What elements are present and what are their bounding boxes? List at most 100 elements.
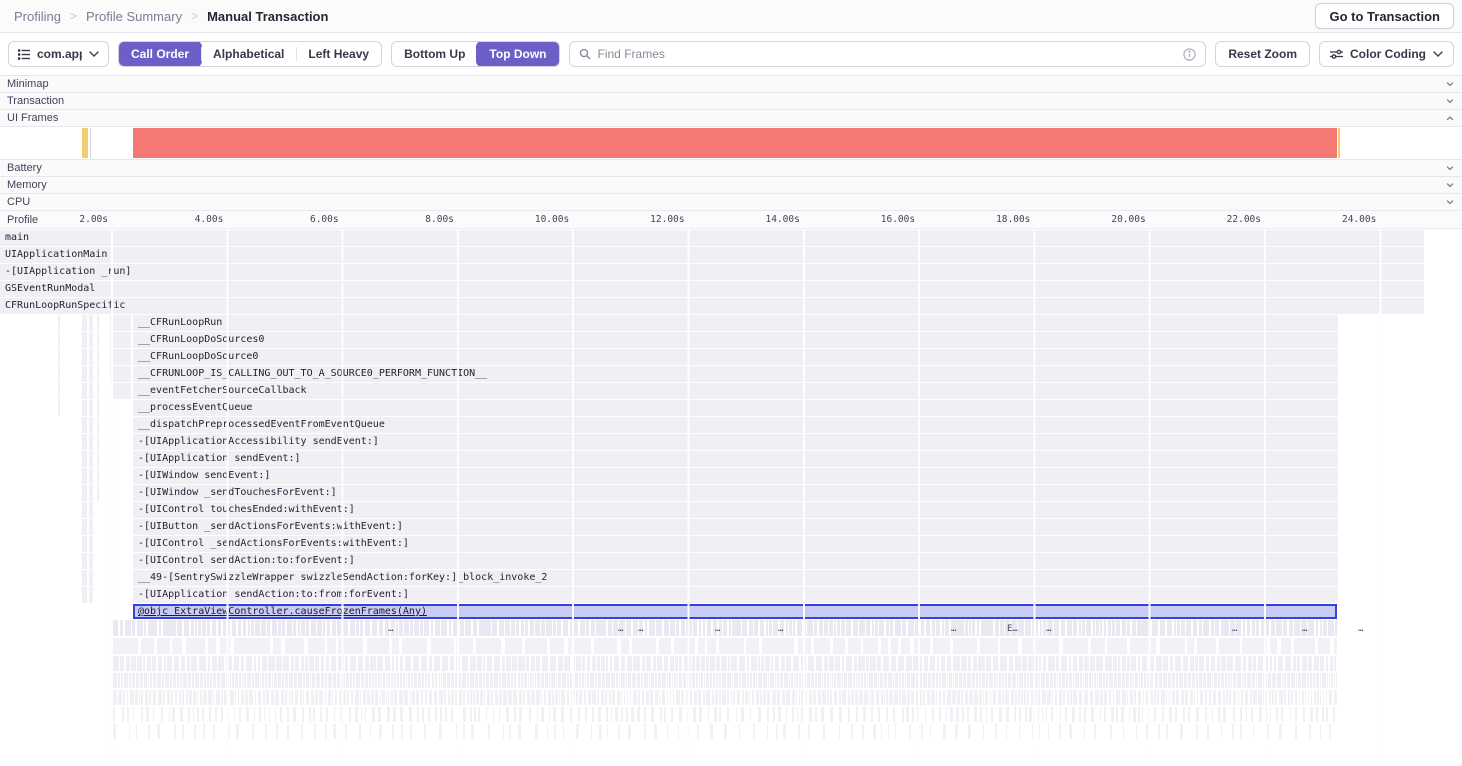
flame-frame-sliver[interactable] [110, 315, 112, 383]
flame-frame-sliver [127, 707, 130, 722]
flame-frame[interactable]: __CFRunLoopDoSources0 [133, 332, 1338, 348]
flame-frame-sliver [1137, 620, 1150, 636]
reset-zoom-button[interactable]: Reset Zoom [1215, 41, 1310, 67]
flame-frame-sliver [657, 656, 662, 671]
time-tick-label: 2.00s [36, 214, 108, 225]
flame-frame-sliver [475, 673, 478, 688]
sort-call-order-button[interactable]: Call Order [118, 41, 202, 67]
flame-frame-sliver [933, 638, 950, 654]
flame-frame-sliver [986, 656, 991, 671]
flame-frame-sliver [195, 620, 197, 636]
flame-frame-sliver [471, 724, 474, 739]
flame-frame[interactable]: main [0, 230, 1424, 246]
flame-frame[interactable]: -[UIControl touchesEnded:withEvent:] [133, 502, 1338, 518]
flamegraph-canvas[interactable]: mainUIApplicationMain-[UIApplication _ru… [0, 229, 1462, 766]
flame-frame[interactable]: -[UIApplicationAccessibility sendEvent:] [133, 434, 1338, 450]
flame-frame-sliver [686, 620, 692, 636]
frozen-frame-bar[interactable] [133, 128, 1337, 158]
ui-frames-track[interactable] [0, 127, 1462, 160]
search-input[interactable] [598, 47, 1177, 61]
flame-dense-row[interactable] [0, 673, 1462, 688]
section-ui-frames[interactable]: UI Frames [0, 110, 1462, 127]
go-to-transaction-button[interactable]: Go to Transaction [1315, 3, 1454, 29]
section-cpu[interactable]: CPU [0, 194, 1462, 211]
flame-dense-row[interactable] [0, 707, 1462, 722]
flame-frame[interactable]: CFRunLoopRunSpecific [0, 298, 1424, 314]
flame-frame-sliver [972, 620, 975, 636]
section-memory[interactable]: Memory [0, 177, 1462, 194]
flame-dense-row[interactable] [0, 724, 1462, 739]
thread-selector-dropdown[interactable]: com.apple.... [8, 41, 109, 67]
flame-frame[interactable]: -[UIWindow _sendTouchesForEvent:] [133, 485, 1338, 501]
flame-frame-sliver [621, 690, 622, 705]
slow-frame-bar[interactable] [1338, 128, 1340, 158]
flame-dense-row[interactable] [0, 638, 1462, 654]
flame-frame[interactable]: -[UIButton _sendActionsForEvents:withEve… [133, 519, 1338, 535]
flame-frame-sliver [649, 673, 651, 688]
color-coding-dropdown[interactable]: Color Coding [1319, 41, 1454, 67]
flame-frame-sliver [980, 707, 982, 722]
flame-frame-sliver [1150, 673, 1153, 688]
flame-frame[interactable]: __eventFetcherSourceCallback [133, 383, 1338, 399]
slow-frame-bar[interactable] [82, 128, 88, 158]
sort-left-heavy-button[interactable]: Left Heavy [296, 41, 381, 67]
flame-frame-sliver [1063, 638, 1088, 654]
section-minimap[interactable]: Minimap [0, 76, 1462, 93]
flame-frame-selected[interactable]: @objc ExtraViewController.causeFrozenFra… [133, 604, 1337, 619]
flame-frame[interactable]: __CFRUNLOOP_IS_CALLING_OUT_TO_A_SOURCE0_… [133, 366, 1338, 382]
flame-frame-sliver [1313, 673, 1315, 688]
bottom-up-button[interactable]: Bottom Up [392, 41, 477, 67]
flame-frame-sliver [1083, 673, 1085, 688]
flame-frame-sliver [531, 690, 535, 705]
flame-frame-sliver[interactable] [58, 315, 60, 417]
flame-frame[interactable]: -[UIWindow sendEvent:] [133, 468, 1338, 484]
breadcrumb-profile-summary[interactable]: Profile Summary [86, 9, 182, 24]
flame-frame[interactable]: -[UIApplication sendAction:to:from:forEv… [133, 587, 1338, 603]
sort-alphabetical-button[interactable]: Alphabetical [201, 41, 296, 67]
flame-frame-sliver [470, 690, 471, 705]
flame-frame[interactable]: -[UIControl _sendActionsForEvents:withEv… [133, 536, 1338, 552]
flame-frame-sliver [118, 690, 122, 705]
flame-frame[interactable]: -[UIApplication _run] [0, 264, 1424, 280]
flame-frame[interactable] [113, 315, 131, 331]
flame-dense-row[interactable] [0, 656, 1462, 671]
section-transaction[interactable]: Transaction [0, 93, 1462, 110]
flame-frame[interactable]: UIApplicationMain [0, 247, 1424, 263]
flame-frame-sliver [145, 690, 148, 705]
top-down-button[interactable]: Top Down [476, 41, 559, 67]
flame-frame-sliver [578, 707, 580, 722]
flame-frame[interactable]: __CFRunLoopDoSource0 [133, 349, 1338, 365]
flame-frame-sliver [606, 707, 608, 722]
flame-frame[interactable] [113, 332, 131, 348]
section-battery[interactable]: Battery [0, 160, 1462, 177]
info-icon[interactable] [1183, 48, 1196, 61]
flame-frame-sliver [749, 690, 750, 705]
flame-frame[interactable]: -[UIApplication sendEvent:] [133, 451, 1338, 467]
flame-frame-sliver [859, 620, 864, 636]
flame-frame[interactable]: __processEventQueue [133, 400, 1338, 416]
flame-frame-sliver [920, 673, 922, 688]
flame-frame[interactable]: __CFRunLoopRun [133, 315, 1338, 331]
flame-frame[interactable] [113, 349, 131, 365]
flame-frame-sliver[interactable] [97, 315, 99, 501]
flame-frame[interactable] [113, 366, 131, 382]
flame-frame-sliver[interactable] [89, 315, 93, 603]
flame-dense-row[interactable] [0, 690, 1462, 705]
flame-frame[interactable]: __dispatchPreprocessedEventFromEventQueu… [133, 417, 1338, 433]
truncated-frame-label: … [388, 624, 393, 634]
flame-frame-sliver [179, 690, 181, 705]
flame-frame-sliver [400, 673, 402, 688]
flame-frame-sliver[interactable] [82, 315, 87, 603]
flame-frame[interactable]: __49-[SentrySwizzleWrapper swizzleSendAc… [133, 570, 1338, 586]
flame-frame[interactable]: GSEventRunModal [0, 281, 1424, 297]
section-profile[interactable]: Profile 2.00s4.00s6.00s8.00s10.00s12.00s… [0, 211, 1462, 229]
flame-frame-sliver [266, 690, 269, 705]
flame-dense-row[interactable] [0, 620, 1462, 636]
breadcrumb-profiling[interactable]: Profiling [14, 9, 61, 24]
flame-frame[interactable]: -[UIControl sendAction:to:forEvent:] [133, 553, 1338, 569]
flame-frame[interactable] [113, 383, 131, 399]
flame-frame-sliver [1328, 620, 1334, 636]
flame-frame-sliver [1014, 707, 1016, 722]
divider-bar[interactable] [90, 128, 91, 158]
flame-frame-sliver [888, 724, 889, 739]
